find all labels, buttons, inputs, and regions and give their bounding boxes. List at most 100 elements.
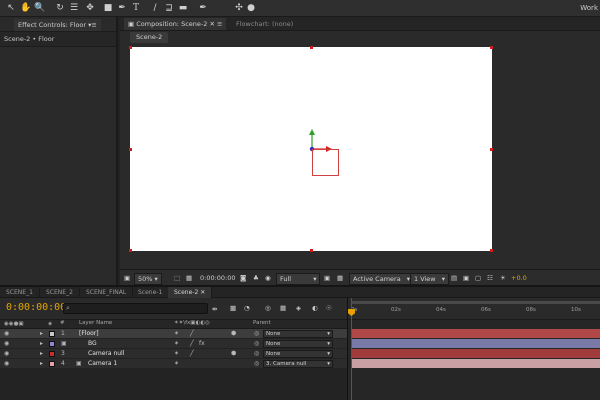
pickwhip-icon[interactable]: ◎: [254, 329, 259, 339]
quality-switch-icon[interactable]: ╱: [190, 329, 194, 339]
composition-canvas[interactable]: [129, 46, 493, 252]
clone-stamp-tool-icon[interactable]: ⊒: [164, 3, 174, 13]
visibility-icon[interactable]: ◉: [4, 329, 9, 339]
layer-name[interactable]: Camera null: [88, 349, 124, 359]
expand-triangle-icon[interactable]: ▸: [40, 359, 43, 369]
layer-name-column-header[interactable]: Layer Name: [79, 320, 112, 326]
bounding-handle[interactable]: [490, 148, 493, 151]
layer-duration-bar[interactable]: [352, 359, 600, 368]
effect-switch-icon[interactable]: fx: [199, 339, 205, 349]
timeline-icon[interactable]: ▢: [475, 273, 481, 283]
tab-composition[interactable]: ▣ Composition: Scene-2 ✕ ≡: [124, 18, 227, 30]
exposure-icon[interactable]: ☀: [500, 273, 506, 283]
pan-behind-tool-icon[interactable]: ✥: [85, 3, 95, 13]
type-tool-icon[interactable]: T: [131, 3, 141, 13]
transparency-grid-icon[interactable]: ▦: [337, 273, 343, 283]
shape-tool-icon[interactable]: ■: [103, 3, 113, 13]
selection-tool-icon[interactable]: ↖: [6, 3, 16, 13]
fast-preview-icon[interactable]: ▣: [463, 273, 469, 283]
work-area-bar[interactable]: [352, 301, 600, 304]
parent-dropdown[interactable]: None ▾: [263, 350, 333, 358]
hand-tool-icon[interactable]: ✋: [20, 3, 31, 13]
layer-duration-bar[interactable]: [352, 339, 600, 348]
3d-axis-gizmo-icon[interactable]: [300, 125, 350, 180]
layer-name[interactable]: [Floor]: [79, 329, 99, 339]
panel-menu-icon[interactable]: ▾≡: [88, 21, 97, 29]
layer-row[interactable]: ◉ ▸ ▣ BG ✶ ╱ fx ◎ None ▾: [0, 339, 347, 349]
layer-row[interactable]: ◉ ▸ 1 [Floor] ✶ ╱ ⬢ ◎ None ▾: [0, 329, 347, 339]
grid-icon[interactable]: ▦: [186, 273, 192, 283]
layer-search-input[interactable]: ⌕: [63, 303, 208, 314]
layer-row[interactable]: ◉ ▸ 3 Camera null ✶ ╱ ⬢ ◎ None ▾: [0, 349, 347, 359]
expand-triangle-icon[interactable]: ▸: [40, 339, 43, 349]
snapshot-icon[interactable]: ◙: [240, 273, 246, 283]
tab-flowchart[interactable]: Flowchart: (none): [232, 18, 297, 30]
draft-3d-icon[interactable]: ▩: [230, 303, 236, 313]
shy-switch-icon[interactable]: ✶: [174, 349, 179, 359]
pen-tool-icon[interactable]: ✒: [117, 3, 127, 13]
label-color-swatch[interactable]: [49, 331, 55, 337]
rotate-tool-icon[interactable]: ↻: [55, 3, 65, 13]
channel-icon[interactable]: ◉: [265, 273, 271, 283]
bounding-handle[interactable]: [129, 46, 132, 49]
composition-lock-icon[interactable]: ▣: [128, 20, 136, 28]
brush-tool-icon[interactable]: ∕: [150, 3, 160, 13]
resolution-dropdown[interactable]: Full ▾: [276, 273, 321, 285]
frame-blending-icon[interactable]: ◎: [265, 303, 271, 313]
fast-previews-icon[interactable]: ▣: [324, 273, 330, 283]
view-layout-dropdown[interactable]: 1 View ▾: [410, 273, 449, 285]
label-color-swatch[interactable]: [49, 361, 55, 367]
bounding-handle[interactable]: [490, 249, 493, 252]
roto-brush-tool-icon[interactable]: ✒: [198, 3, 208, 13]
puppet-pin-icon[interactable]: ●: [246, 3, 256, 13]
shy-layers-icon[interactable]: ◔: [244, 303, 250, 313]
graph-editor-icon[interactable]: ◈: [296, 303, 301, 313]
visibility-icon[interactable]: ◉: [4, 359, 9, 369]
expand-triangle-icon[interactable]: ▸: [40, 329, 43, 339]
bounding-handle[interactable]: [129, 249, 132, 252]
bounding-handle[interactable]: [490, 46, 493, 49]
motion-blur-icon[interactable]: ▦: [280, 303, 286, 313]
layer-duration-bar[interactable]: [352, 349, 600, 358]
quality-switch-icon[interactable]: ╱: [190, 349, 194, 359]
eraser-tool-icon[interactable]: ▬: [178, 3, 188, 13]
zoom-tool-icon[interactable]: 🔍: [34, 3, 45, 13]
3d-layer-icon[interactable]: ⬢: [231, 329, 236, 339]
pickwhip-icon[interactable]: ◎: [254, 349, 259, 359]
bounding-handle[interactable]: [310, 46, 313, 49]
current-time-display[interactable]: 0:00:00:00: [6, 302, 66, 313]
parent-dropdown[interactable]: 3. Camera null ▾: [263, 360, 333, 368]
shy-switch-icon[interactable]: ✶: [174, 359, 179, 369]
layer-name[interactable]: Camera 1: [88, 359, 117, 369]
flowchart-icon[interactable]: ☷: [487, 273, 493, 283]
pickwhip-icon[interactable]: ◎: [254, 359, 259, 369]
brainstorm-icon[interactable]: ◐: [312, 303, 318, 313]
current-time-display[interactable]: 0:00:00:00: [200, 273, 236, 283]
shy-switch-icon[interactable]: ✶: [174, 339, 179, 349]
visibility-icon[interactable]: ◉: [4, 349, 9, 359]
tab-effect-controls[interactable]: Effect Controls: Floor ▾≡: [14, 19, 101, 31]
comp-mini-flowchart-icon[interactable]: ⇹: [212, 304, 217, 314]
layer-name[interactable]: BG: [88, 339, 97, 349]
region-of-interest-icon[interactable]: ⬚: [174, 273, 180, 283]
graph-editor-toggle-icon[interactable]: ☉: [326, 303, 332, 313]
visibility-icon[interactable]: ◉: [4, 339, 9, 349]
label-color-swatch[interactable]: [49, 341, 55, 347]
magnification-dropdown[interactable]: 50% ▾: [134, 273, 162, 285]
3d-layer-icon[interactable]: ⬢: [231, 349, 236, 359]
quality-switch-icon[interactable]: ╱: [190, 339, 194, 349]
parent-dropdown[interactable]: None ▾: [263, 330, 333, 338]
pickwhip-icon[interactable]: ◎: [254, 339, 259, 349]
composition-subtab[interactable]: Scene-2: [130, 32, 169, 43]
exposure-value[interactable]: +0.0: [511, 273, 527, 283]
time-ruler[interactable]: 0s 02s 04s 06s 08s 10s: [348, 298, 600, 320]
timeline-graph[interactable]: 0s 02s 04s 06s 08s 10s: [347, 298, 600, 400]
safe-zones-icon[interactable]: ▣: [124, 273, 130, 283]
toggle-pixel-aspect-icon[interactable]: ▤: [451, 273, 457, 283]
bounding-handle[interactable]: [310, 249, 313, 252]
close-icon[interactable]: ✕: [200, 289, 205, 296]
camera-tool-icon[interactable]: ☰: [69, 3, 79, 13]
camera-view-dropdown[interactable]: Active Camera ▾: [349, 273, 415, 285]
layer-row[interactable]: ◉ ▸ 4 ▣ Camera 1 ✶ ◎ 3. Camera null ▾: [0, 359, 347, 369]
show-snapshot-icon[interactable]: ♣: [253, 273, 259, 283]
